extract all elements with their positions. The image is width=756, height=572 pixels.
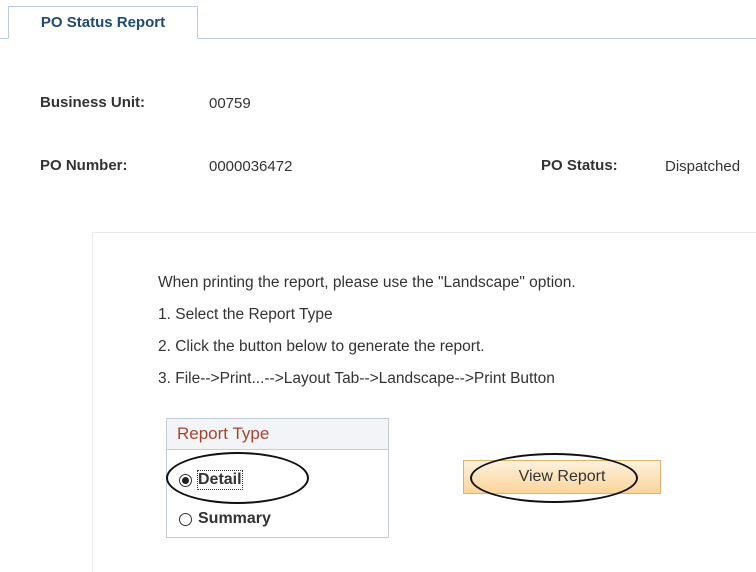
radio-detail[interactable]: Detail	[179, 470, 243, 490]
report-type-title: Report Type	[167, 419, 388, 450]
instruction-step-2: 2. Click the button below to generate th…	[158, 338, 485, 355]
po-number-label: PO Number:	[40, 157, 128, 174]
view-report-button[interactable]: View Report	[463, 460, 661, 494]
radio-detail-label[interactable]: Detail	[197, 470, 243, 490]
tab-bar: PO Status Report	[0, 0, 756, 40]
po-status-value: Dispatched	[665, 158, 741, 175]
instruction-step-3: 3. File-->Print...-->Layout Tab-->Landsc…	[158, 370, 555, 387]
instruction-landscape: When printing the report, please use the…	[158, 274, 576, 291]
radio-summary-unselected-icon[interactable]	[179, 512, 192, 526]
tab-po-status-report[interactable]: PO Status Report	[8, 6, 198, 39]
po-number-value: 0000036472	[209, 158, 293, 175]
business-unit-value: 00759	[209, 95, 251, 112]
business-unit-label: Business Unit:	[40, 94, 146, 111]
report-type-group: Report Type Detail Summary	[166, 418, 389, 538]
radio-detail-selected-icon[interactable]	[179, 473, 192, 487]
radio-summary-label[interactable]: Summary	[198, 510, 271, 528]
po-status-label: PO Status:	[541, 157, 618, 174]
instruction-step-1: 1. Select the Report Type	[158, 306, 333, 323]
radio-summary[interactable]: Summary	[179, 510, 271, 528]
